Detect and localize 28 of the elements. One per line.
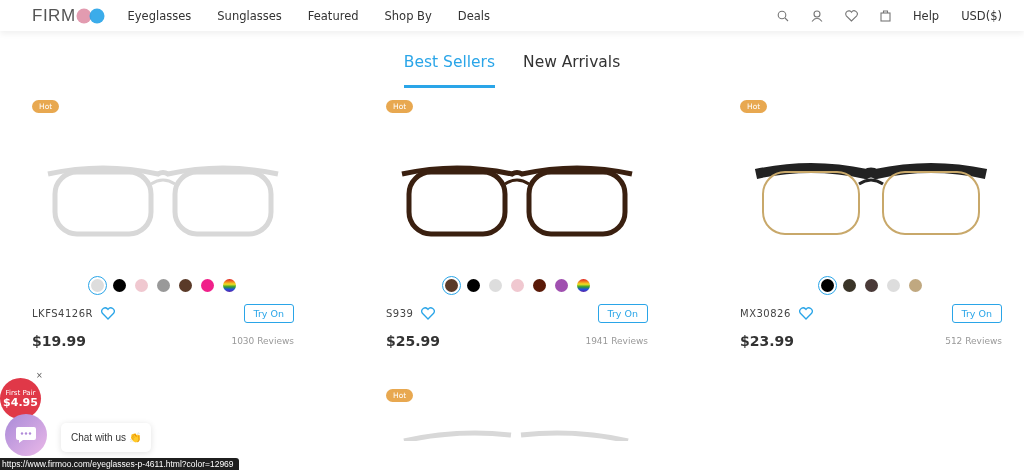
chat-prompt[interactable]: Chat with us 👏 bbox=[61, 423, 151, 452]
tab[interactable]: New Arrivals bbox=[523, 53, 621, 79]
heart-icon[interactable] bbox=[844, 9, 858, 22]
close-icon[interactable]: × bbox=[36, 371, 43, 380]
nav-link[interactable]: Shop By bbox=[384, 8, 432, 23]
nav-link[interactable]: Featured bbox=[307, 8, 359, 23]
heart-icon[interactable] bbox=[798, 306, 813, 320]
chat-bubble-icon bbox=[15, 426, 37, 444]
firmoo-logo[interactable]: FIRM bbox=[32, 5, 106, 26]
help-link[interactable]: Help bbox=[912, 8, 940, 23]
status-bar-url: https://www.firmoo.com/eyeglasses-p-4611.html?color=12969 bbox=[0, 458, 239, 470]
heart-icon[interactable] bbox=[100, 306, 115, 320]
promo-price: $4.95 bbox=[3, 396, 38, 408]
product-price: $19.99 bbox=[32, 333, 87, 349]
product-name[interactable]: S939 bbox=[386, 307, 414, 319]
nav-link[interactable]: Sunglasses bbox=[217, 8, 282, 23]
chat-button[interactable] bbox=[5, 414, 47, 456]
bag-icon[interactable] bbox=[879, 9, 891, 22]
currency-selector[interactable]: USD($) bbox=[961, 8, 1002, 23]
product-name[interactable]: LKFS4126R bbox=[32, 307, 93, 319]
product-price: $23.99 bbox=[740, 333, 795, 349]
search-icon[interactable] bbox=[776, 9, 789, 22]
user-icon[interactable] bbox=[810, 9, 823, 22]
product-price: $25.99 bbox=[386, 333, 441, 349]
nav-link[interactable]: Eyeglasses bbox=[127, 8, 192, 23]
heart-icon[interactable] bbox=[421, 306, 436, 320]
nav-link[interactable]: Deals bbox=[457, 8, 490, 23]
product-name[interactable]: MX30826 bbox=[740, 307, 791, 319]
